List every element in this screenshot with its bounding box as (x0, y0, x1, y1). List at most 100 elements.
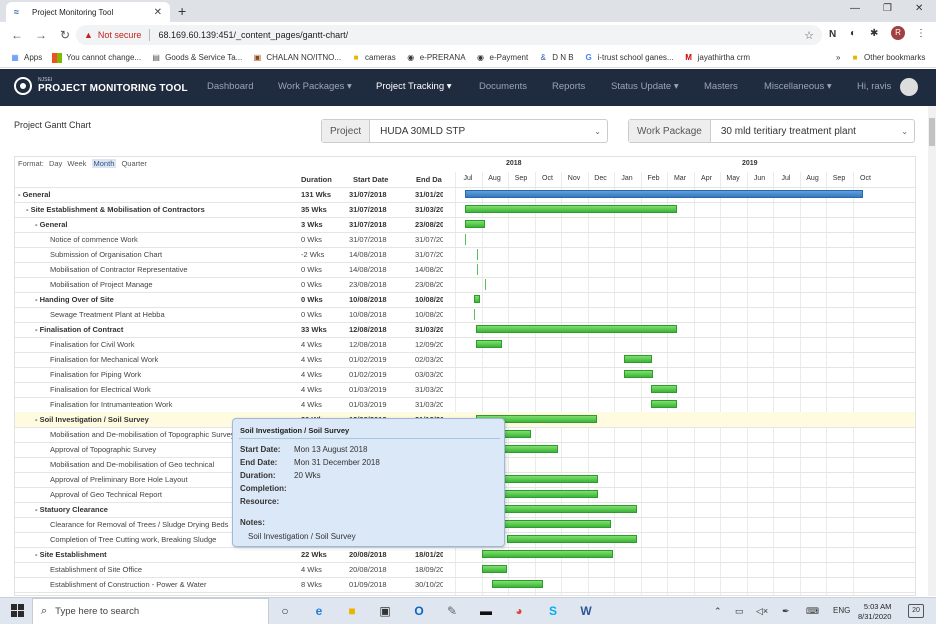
chrome-icon[interactable]: ◕ (510, 602, 528, 620)
gantt-bar[interactable] (491, 475, 598, 483)
bookmark-item[interactable]: ◉ e-PRERANA (406, 53, 465, 63)
gantt-milestone[interactable] (476, 249, 478, 260)
close-tab-icon[interactable]: ✕ (154, 7, 162, 18)
table-row[interactable]: - Site Establishment & Mobilisation of C… (15, 202, 915, 217)
table-row[interactable]: - Handing Over of Site 0 Wks 10/08/2018 10/… (15, 292, 915, 307)
gantt-bar[interactable] (475, 340, 503, 348)
gantt-bar[interactable] (482, 565, 508, 573)
browser-menu-icon[interactable]: ⋮ (916, 28, 926, 39)
gantt-milestone[interactable] (476, 264, 478, 275)
gantt-milestone[interactable] (484, 279, 486, 290)
extension-n-icon[interactable]: N (829, 29, 836, 40)
table-row[interactable]: Finalisation for Piping Work 4 Wks 01/02/2… (15, 367, 915, 382)
table-row[interactable]: Finalisation for Electrical Work 4 Wks 01/… (15, 382, 915, 397)
forward-icon[interactable]: → (34, 28, 48, 42)
not-secure-label[interactable]: Not secure (98, 30, 142, 40)
table-row[interactable]: - Site Establishment 22 Wks 20/08/2018 18/0… (15, 547, 915, 562)
volume-icon[interactable]: ◁× (756, 606, 768, 617)
gantt-bar[interactable] (491, 520, 611, 528)
keyboard-icon[interactable]: ⌨ (806, 606, 819, 617)
url-bar[interactable]: ▲ Not secure 68.169.60.139:451/_content_… (76, 25, 822, 45)
nav-project-tracking[interactable]: Project Tracking ▾ (376, 81, 452, 92)
table-row[interactable]: Establishment of Site Office 4 Wks 20/08/2… (15, 562, 915, 577)
format-week[interactable]: Week (67, 159, 86, 168)
nav-status-update[interactable]: Status Update ▾ (611, 81, 679, 92)
project-select[interactable]: Project HUDA 30MLD STP ⌄ (321, 119, 608, 143)
table-row[interactable]: Sewage Treatment Plant at Hebba 0 Wks 10/0… (15, 307, 915, 322)
outlook-icon[interactable]: O (410, 602, 428, 620)
work-package-select[interactable]: Work Package 30 mld teritiary treatment … (628, 119, 915, 143)
format-month[interactable]: Month (91, 159, 117, 168)
gantt-bar[interactable] (475, 325, 677, 333)
bookmark-star-icon[interactable]: ☆ (804, 29, 814, 42)
app-logo[interactable]: NJSEI PROJECT MONITORING TOOL (14, 77, 188, 95)
table-row[interactable]: - General 131 Wks 31/07/2018 31/01/20 (15, 187, 915, 202)
gantt-bar[interactable] (491, 505, 638, 513)
bookmark-item[interactable]: Gi-trust school ganes... (584, 53, 673, 63)
battery-icon[interactable]: ▭ (735, 606, 744, 617)
table-row[interactable]: Establishment of Construction - Power & … (15, 577, 915, 592)
nav-masters[interactable]: Masters (704, 81, 738, 92)
column-end-date[interactable]: End Da (416, 175, 442, 184)
language-indicator[interactable]: ENG (833, 606, 850, 615)
new-tab-icon[interactable]: + (178, 3, 186, 19)
restore-icon[interactable]: ❐ (883, 3, 892, 14)
bookmark-apps[interactable]: ▦ Apps (10, 53, 42, 63)
bookmark-item[interactable]: & D N B (538, 53, 574, 63)
bookmark-item[interactable]: You cannot change... (52, 52, 141, 63)
gantt-bar[interactable] (507, 535, 638, 543)
table-row[interactable]: Finalisation for Mechanical Work 4 Wks 01/… (15, 352, 915, 367)
table-row[interactable]: - Finalisation of Contract 33 Wks 12/08/20… (15, 322, 915, 337)
bookmark-item[interactable]: ▤ Goods & Service Ta... (151, 53, 242, 63)
gantt-bar[interactable] (624, 370, 654, 378)
page-scrollbar[interactable] (928, 106, 936, 596)
url-text[interactable]: 68.169.60.139:451/_content_pages/gantt-c… (158, 30, 804, 40)
gantt-bar[interactable] (650, 400, 677, 408)
close-window-icon[interactable]: ✕ (915, 3, 923, 14)
gantt-bar[interactable] (491, 580, 544, 588)
paint-icon[interactable]: ✎ (443, 602, 461, 620)
store-icon[interactable]: ▣ (376, 602, 394, 620)
extension-circle-icon[interactable]: ◐ (850, 28, 856, 39)
pen-icon[interactable]: ✒ (782, 606, 790, 617)
extensions-puzzle-icon[interactable]: ✱ (870, 28, 878, 39)
table-row[interactable]: Finalisation for Intrumanteation Work 4 W… (15, 397, 915, 412)
back-icon[interactable]: ← (10, 28, 24, 42)
browser-tab[interactable]: ≈ Project Monitoring Tool ✕ (6, 2, 170, 22)
more-bookmarks-icon[interactable]: » (836, 53, 840, 62)
table-row[interactable]: Notice of commence Work 0 Wks 31/07/2018 31… (15, 232, 915, 247)
gantt-bar[interactable] (491, 490, 598, 498)
gantt-bar[interactable] (465, 190, 863, 198)
nav-documents[interactable]: Documents (479, 81, 527, 92)
user-avatar[interactable] (900, 78, 918, 96)
bookmark-item[interactable]: ▣ CHALAN NO/ITNO... (252, 53, 341, 63)
notifications-icon[interactable]: 20 (908, 604, 924, 618)
file-explorer-icon[interactable]: ■ (343, 602, 361, 620)
nav-reports[interactable]: Reports (552, 81, 585, 92)
skype-icon[interactable]: S (544, 602, 562, 620)
gantt-bar[interactable] (465, 205, 677, 213)
gantt-milestone[interactable] (473, 309, 475, 320)
gantt-bar[interactable] (624, 355, 652, 363)
nav-miscellaneous[interactable]: Miscellaneous ▾ (764, 81, 832, 92)
table-row[interactable]: - General 3 Wks 31/07/2018 23/08/20 (15, 217, 915, 232)
table-row[interactable]: Submission of Organisation Chart -2 Wks 14… (15, 247, 915, 262)
format-quarter[interactable]: Quarter (121, 159, 146, 168)
word-icon[interactable]: W (577, 602, 595, 620)
gantt-bar[interactable] (473, 295, 480, 303)
bookmark-item[interactable]: ■ cameras (351, 53, 396, 63)
show-hidden-icons-icon[interactable]: ⌃ (714, 606, 722, 617)
edge-icon[interactable]: e (310, 602, 328, 620)
gantt-milestone[interactable] (465, 234, 466, 245)
table-row[interactable]: Mobilisation of Contractor Representativ… (15, 262, 915, 277)
gantt-bar[interactable] (465, 220, 485, 228)
taskbar-clock[interactable]: 5:03 AM 8/31/2020 (858, 602, 891, 622)
gantt-bar[interactable] (482, 550, 614, 558)
profile-avatar[interactable]: R (891, 26, 905, 40)
nav-dashboard[interactable]: Dashboard (207, 81, 253, 92)
other-bookmarks[interactable]: ■ Other bookmarks (850, 53, 926, 63)
reload-icon[interactable]: ↻ (58, 28, 72, 42)
minimize-icon[interactable]: — (850, 3, 860, 14)
bookmark-item[interactable]: ◉ e-Payment (476, 53, 528, 63)
format-day[interactable]: Day (49, 159, 62, 168)
